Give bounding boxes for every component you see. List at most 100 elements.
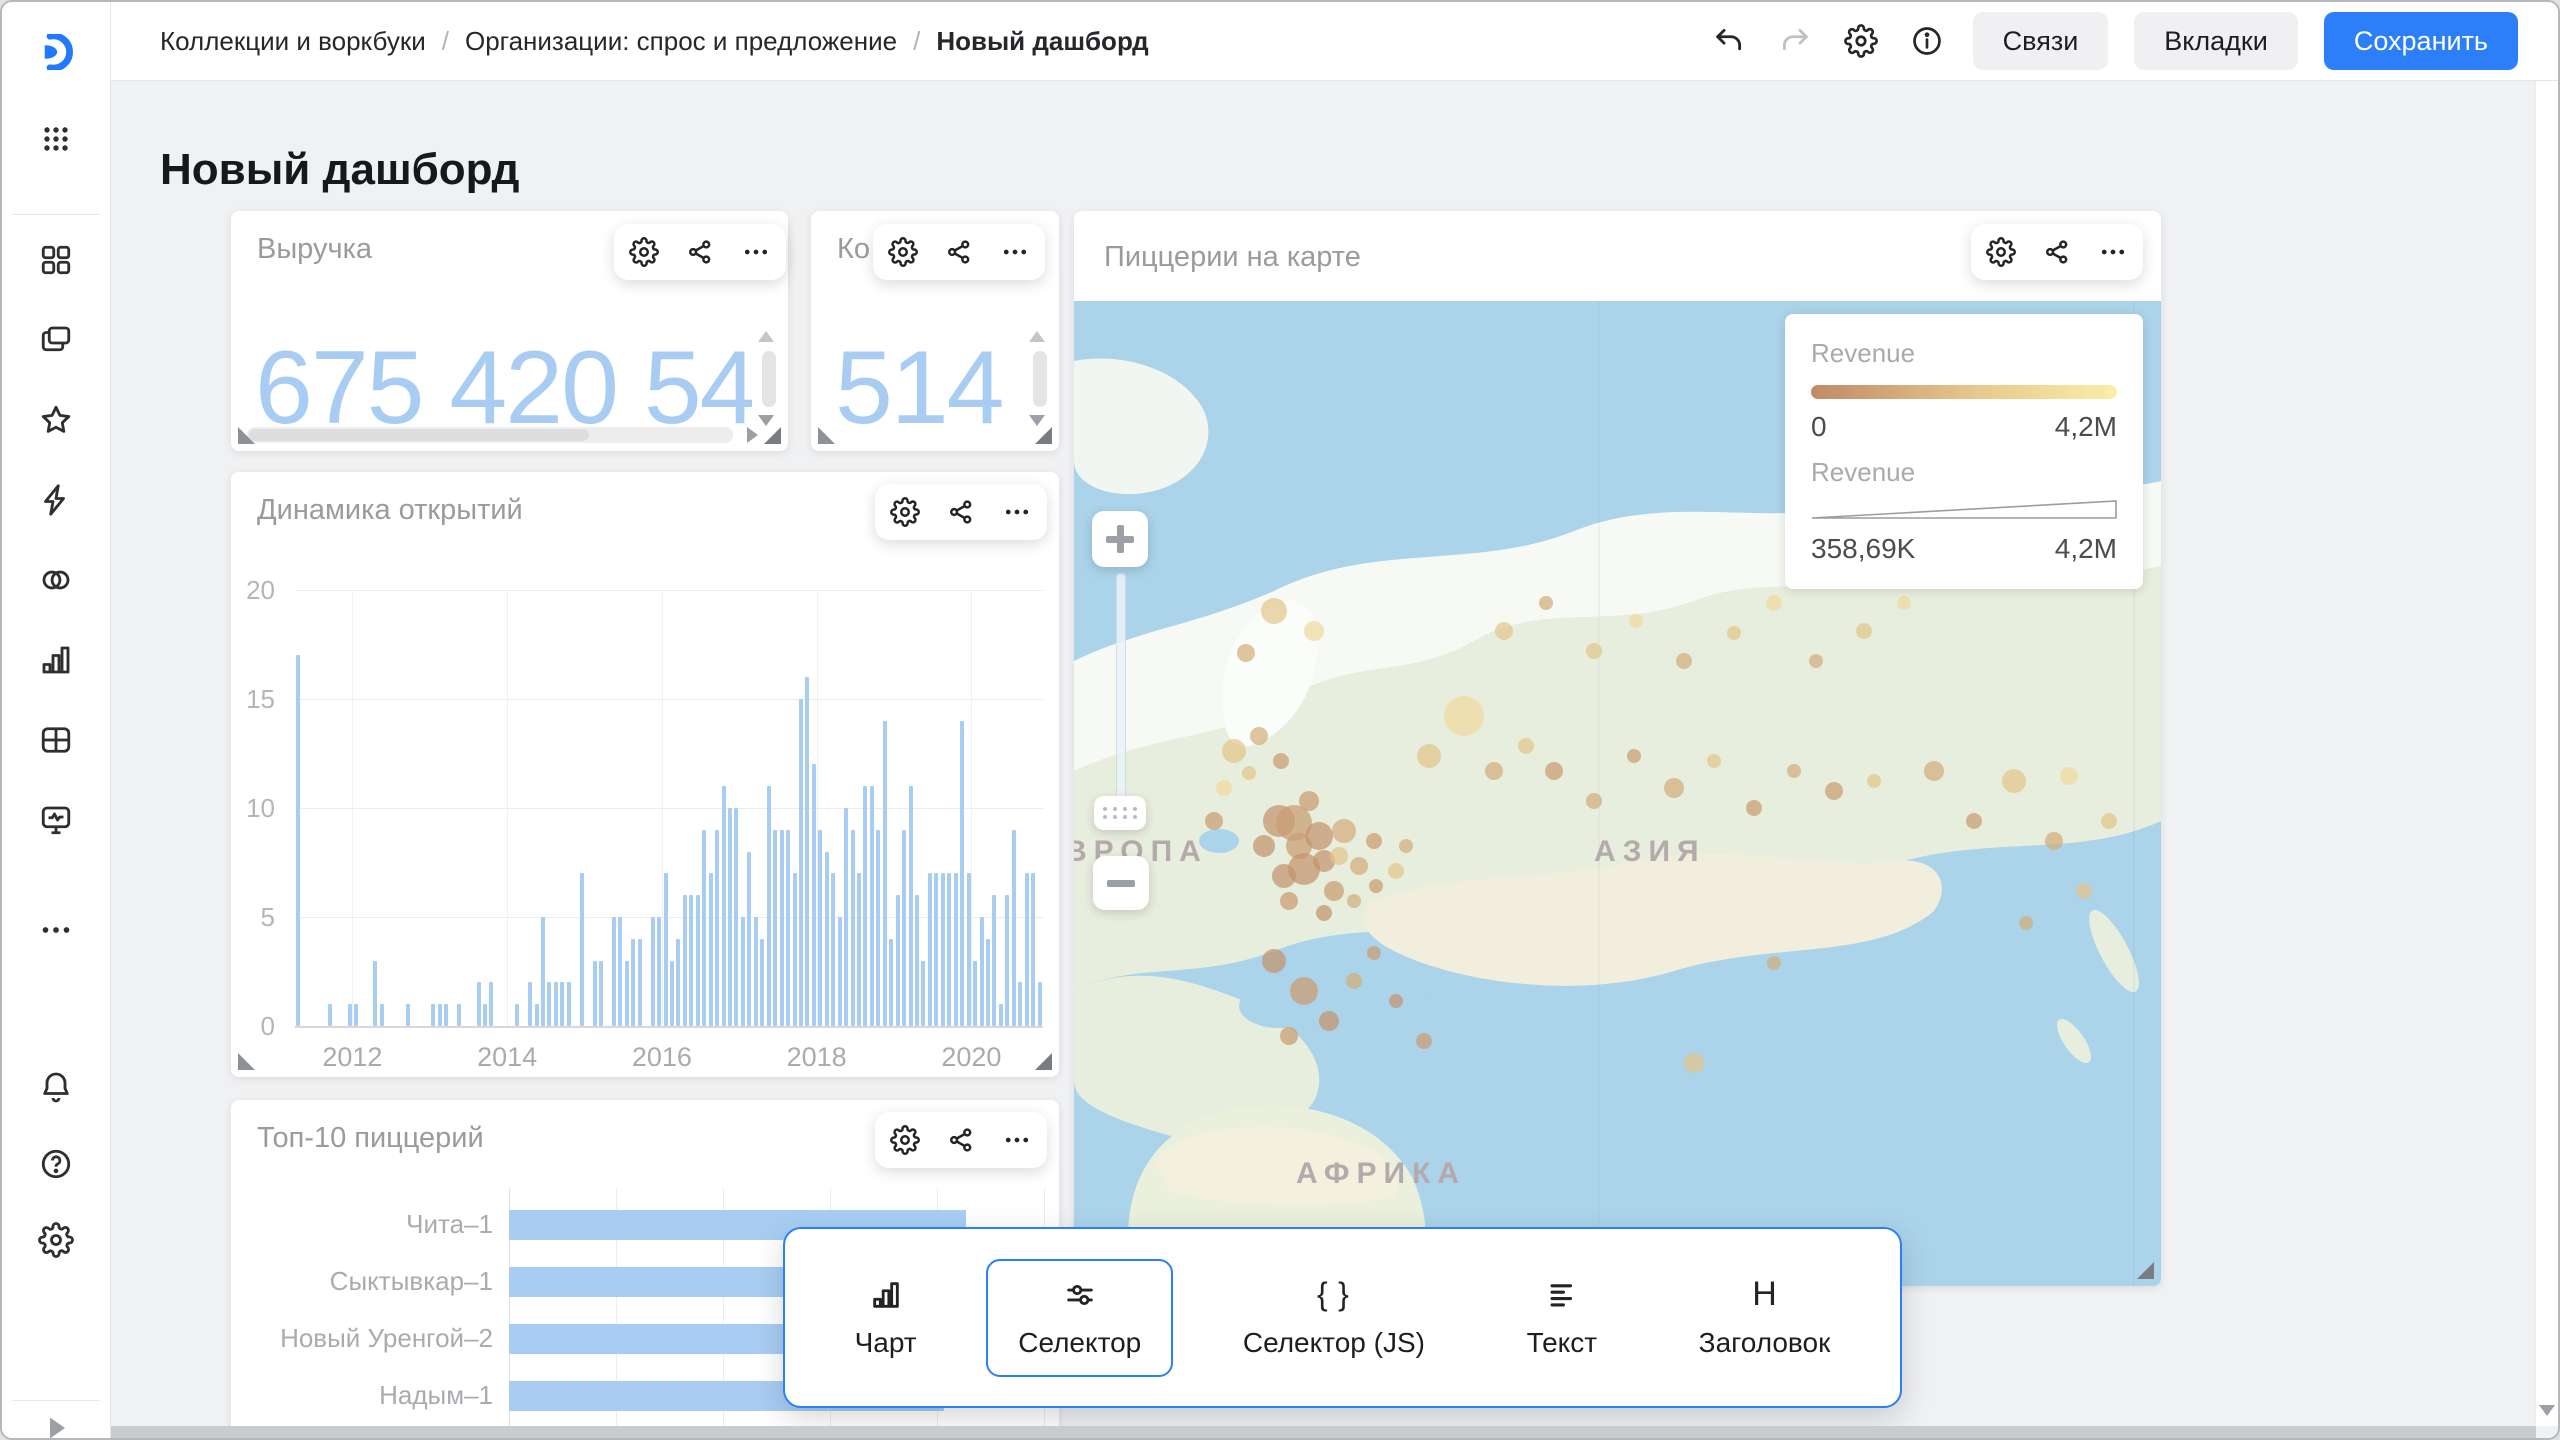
widget-menu-icon[interactable] (740, 236, 772, 268)
sidebar-divider (12, 214, 100, 215)
widget-menu-icon[interactable] (2097, 236, 2129, 268)
widget-settings-icon[interactable] (889, 496, 921, 528)
map-point (1319, 1011, 1339, 1031)
apps-grid-icon[interactable] (34, 117, 78, 161)
sidebar-item-favorites[interactable] (34, 398, 78, 442)
resize-handle[interactable] (764, 427, 781, 444)
map-point (1399, 839, 1413, 853)
scroll-down-icon[interactable] (758, 415, 774, 426)
panel-item-selector[interactable]: Селектор (986, 1259, 1173, 1377)
widget-menu-icon[interactable] (1001, 1124, 1033, 1156)
widget-settings-icon[interactable] (628, 236, 660, 268)
scroll-right-icon[interactable] (747, 427, 758, 443)
axis-tick-label: 0 (235, 1011, 275, 1042)
resize-handle[interactable] (1035, 1053, 1052, 1070)
panel-item-label: Чарт (855, 1327, 917, 1359)
widget-toolbar (614, 224, 786, 280)
sidebar-more-icon[interactable] (34, 908, 78, 952)
widget-links-icon[interactable] (945, 1124, 977, 1156)
scroll-down-icon[interactable] (1029, 415, 1045, 426)
widget-settings-icon[interactable] (887, 236, 919, 268)
page-vertical-scrollbar[interactable] (2535, 80, 2558, 1426)
axis-tick-label: 2012 (312, 1042, 392, 1073)
text-icon (1544, 1277, 1580, 1313)
horizontal-scrollbar[interactable] (247, 427, 733, 443)
sidebar-item-collections[interactable] (34, 318, 78, 362)
datalens-logo[interactable] (34, 30, 78, 74)
map-zoom-slider[interactable] (1116, 573, 1126, 801)
tabs-button[interactable]: Вкладки (2134, 12, 2298, 70)
resize-handle[interactable] (238, 427, 255, 444)
scrollbar-thumb[interactable] (249, 429, 589, 441)
scroll-up-icon[interactable] (758, 331, 774, 342)
widget-menu-icon[interactable] (999, 236, 1031, 268)
map-point (1242, 766, 1256, 780)
header: Коллекции и воркбуки / Организации: спро… (110, 2, 2558, 81)
map-point (1539, 596, 1553, 610)
settings-gear-icon[interactable] (34, 1218, 78, 1262)
scrollbar-thumb[interactable] (1033, 351, 1047, 407)
links-button[interactable]: Связи (1973, 12, 2109, 70)
map-point (1924, 761, 1944, 781)
panel-item-heading[interactable]: H Заголовок (1667, 1259, 1863, 1377)
axis-tick-label: 5 (235, 902, 275, 933)
plus-icon (1106, 536, 1134, 543)
sidebar-item-tables[interactable] (34, 718, 78, 762)
sidebar-item-charts[interactable] (34, 638, 78, 682)
scroll-down-icon[interactable] (2539, 1405, 2555, 1416)
page-horizontal-scrollbar[interactable] (110, 1426, 2536, 1438)
widget-links-icon[interactable] (945, 496, 977, 528)
breadcrumb-collections[interactable]: Коллекции и воркбуки (160, 26, 426, 57)
map-point (1809, 654, 1823, 668)
selector-icon (1062, 1277, 1098, 1313)
notifications-bell-icon[interactable] (34, 1064, 78, 1108)
panel-item-selector-js[interactable]: { } Селектор (JS) (1211, 1259, 1457, 1377)
widget-menu-icon[interactable] (1001, 496, 1033, 528)
map-point (1389, 994, 1403, 1008)
map-zoom-handle[interactable] (1094, 796, 1146, 830)
dynamics-x-axis: 20122014201620182020 (295, 472, 1043, 1077)
panel-item-text[interactable]: Текст (1495, 1259, 1630, 1377)
widget-links-icon[interactable] (943, 236, 975, 268)
resize-handle[interactable] (2137, 1262, 2154, 1279)
sidebar-item-all-objects[interactable] (34, 238, 78, 282)
resize-handle[interactable] (1035, 427, 1052, 444)
help-icon[interactable] (34, 1142, 78, 1186)
widget-settings-icon[interactable] (889, 1124, 921, 1156)
info-icon[interactable] (1907, 21, 1947, 61)
widget-links-icon[interactable] (2041, 236, 2073, 268)
widget-settings-icon[interactable] (1985, 236, 2017, 268)
app-window: Коллекции и воркбуки / Организации: спро… (0, 0, 2560, 1440)
map-point (1766, 595, 1782, 611)
map-zoom-in-button[interactable] (1092, 511, 1148, 567)
map-point (1416, 1033, 1432, 1049)
map-point (1216, 780, 1232, 796)
expand-sidebar-icon[interactable] (34, 1406, 78, 1440)
widget-toolbar (873, 224, 1045, 280)
map-point (2019, 916, 2033, 930)
sidebar-item-datasets[interactable] (34, 558, 78, 602)
resize-handle[interactable] (818, 427, 835, 444)
sidebar-item-dashboards[interactable] (34, 798, 78, 842)
sidebar-item-connections[interactable] (34, 478, 78, 522)
header-actions: Связи Вкладки Сохранить (1709, 12, 2518, 70)
panel-item-chart[interactable]: Чарт (823, 1259, 949, 1377)
map-point (1350, 857, 1368, 875)
widget-links-icon[interactable] (684, 236, 716, 268)
dashboard-settings-icon[interactable] (1841, 21, 1881, 61)
map-point (1388, 863, 1404, 879)
save-button[interactable]: Сохранить (2324, 12, 2518, 70)
widget-title: Выручка (257, 233, 372, 266)
breadcrumb-workbook[interactable]: Организации: спрос и предложение (465, 26, 897, 57)
resize-handle[interactable] (238, 1053, 255, 1070)
heading-icon: H (1747, 1277, 1783, 1313)
map-zoom-out-button[interactable] (1093, 856, 1149, 910)
map-point (1273, 753, 1289, 769)
map-point (1867, 774, 1881, 788)
dashboard-canvas: Новый дашборд Выручка 675 420 549 Ко (110, 80, 2558, 1438)
axis-tick-label: 10 (235, 793, 275, 824)
widget-title: Ко (837, 233, 870, 266)
scroll-up-icon[interactable] (1029, 331, 1045, 342)
scrollbar-thumb[interactable] (762, 351, 776, 407)
undo-icon[interactable] (1709, 21, 1749, 61)
